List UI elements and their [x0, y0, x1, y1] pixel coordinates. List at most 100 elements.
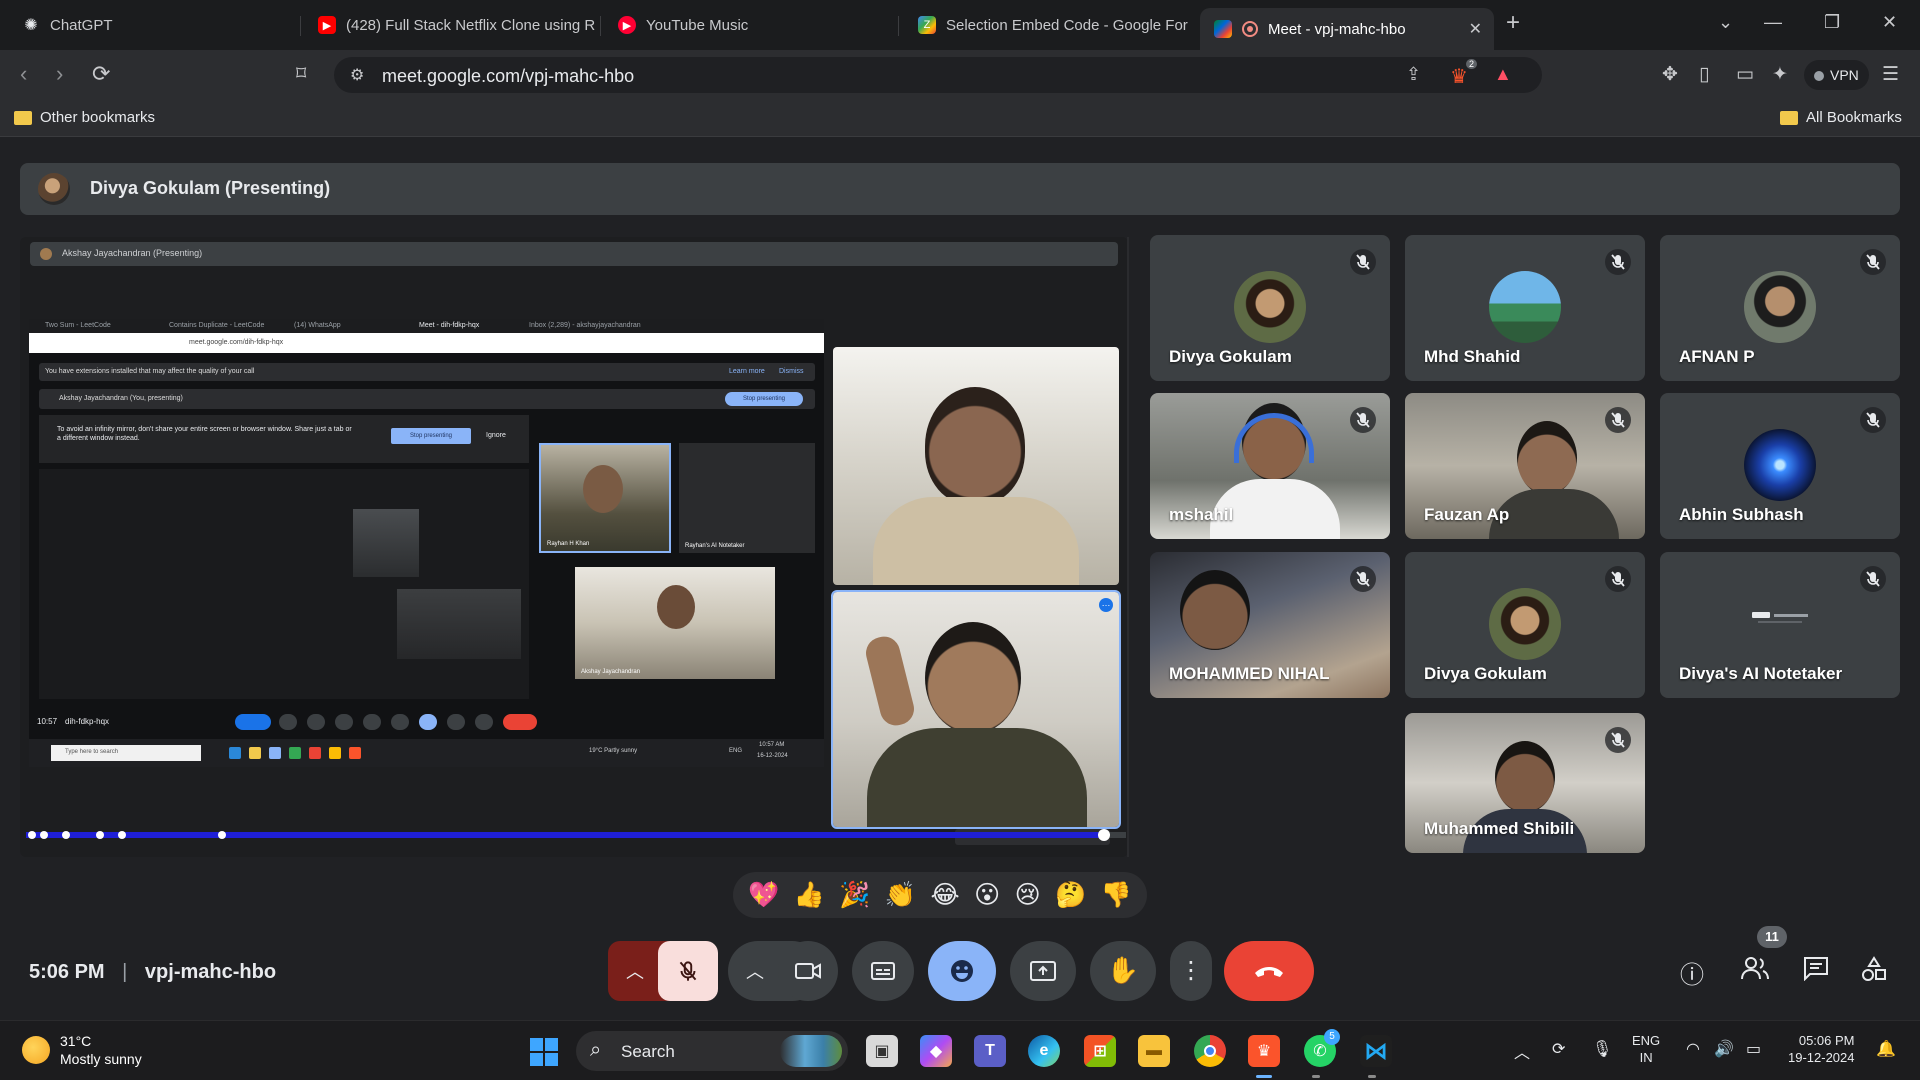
reaction-clap[interactable]: 👏 — [885, 880, 916, 910]
wallet-icon[interactable]: ▭ — [1736, 63, 1754, 86]
site-info-icon[interactable]: ⚙ — [350, 65, 364, 85]
participant-tile[interactable]: Fauzan Ap — [1405, 393, 1645, 539]
participant-tile[interactable]: mshahil — [1150, 393, 1390, 539]
tab-youtube-music[interactable]: ▶ YouTube Music — [604, 8, 900, 42]
vpn-button[interactable]: VPN — [1804, 60, 1869, 90]
sync-icon[interactable]: ⟳ — [1552, 1039, 1565, 1059]
camera-toggle-button[interactable] — [778, 941, 838, 1001]
meeting-details-icon[interactable]: ⓘ — [1680, 955, 1704, 990]
more-options-button[interactable]: ⋮ — [1170, 941, 1212, 1001]
reaction-bar: 💖 👍 🎉 👏 😂 😮 😢 🤔 👎 — [733, 872, 1147, 918]
tab-google-forms[interactable]: Z Selection Embed Code - Google For — [904, 8, 1200, 42]
back-icon[interactable]: ‹ — [20, 63, 27, 85]
forward-icon[interactable]: › — [56, 63, 63, 85]
chevron-up-icon: ︿ — [746, 962, 764, 982]
reaction-thinking[interactable]: 🤔 — [1055, 880, 1086, 910]
participant-tile[interactable]: Muhammed Shibili — [1405, 713, 1645, 853]
reaction-laugh[interactable]: 😂 — [930, 880, 959, 910]
bookmark-icon[interactable]: ⌑ — [296, 63, 306, 85]
shared-cam-tile: Rayhan's AI Notetaker — [679, 443, 815, 553]
progress-marker — [28, 831, 36, 839]
close-window-icon[interactable]: ✕ — [1882, 12, 1897, 33]
bookmark-all[interactable]: All Bookmarks — [1780, 109, 1902, 126]
people-icon[interactable] — [1740, 955, 1770, 988]
system-clock[interactable]: 05:06 PM 19-12-2024 — [1788, 1032, 1855, 1066]
mic-toggle-button[interactable] — [658, 941, 718, 1001]
brave-icon[interactable]: ♛ — [1248, 1035, 1280, 1067]
reaction-sad[interactable]: 😢 — [1015, 880, 1041, 910]
new-tab-button[interactable]: + — [1506, 11, 1520, 35]
brave-shields-icon[interactable]: ♛ — [1450, 64, 1468, 89]
menu-icon[interactable]: ☰ — [1882, 63, 1899, 86]
shared-mirror-thumb — [353, 509, 419, 577]
tab-chatgpt[interactable]: ✺ ChatGPT — [8, 8, 308, 42]
captions-button[interactable] — [852, 941, 914, 1001]
copilot-icon[interactable]: ◆ — [920, 1035, 952, 1067]
weather-desc: Mostly sunny — [60, 1051, 142, 1067]
presentation-progress — [26, 829, 1126, 841]
sidebar-icon[interactable]: ▯ — [1699, 63, 1709, 86]
present-button[interactable] — [1010, 941, 1076, 1001]
wifi-icon[interactable]: ◠ — [1686, 1039, 1700, 1059]
address-bar[interactable]: ⚙ meet.google.com/vpj-mahc-hbo ⇪ ♛ 2 ▲ — [334, 57, 1542, 93]
tab-google-meet[interactable]: Meet - vpj-mahc-hbo ✕ — [1200, 8, 1494, 50]
shared-cam-tile: Rayhan H Khan — [539, 443, 671, 553]
microsoft-store-icon[interactable]: ⊞ — [1084, 1035, 1116, 1067]
file-explorer-icon[interactable]: ▬ — [1138, 1035, 1170, 1067]
tab-youtube[interactable]: ▶ (428) Full Stack Netflix Clone using R — [304, 8, 604, 42]
volume-icon[interactable]: 🔊 — [1714, 1039, 1734, 1059]
edge-icon[interactable]: e — [1028, 1035, 1060, 1067]
share-icon[interactable]: ⇪ — [1406, 64, 1421, 85]
minimize-icon[interactable]: — — [1764, 12, 1782, 33]
bookmark-other[interactable]: Other bookmarks — [14, 109, 155, 126]
activities-icon[interactable] — [1860, 955, 1888, 990]
show-hidden-icons[interactable]: ︿ — [1514, 1039, 1530, 1063]
url-text[interactable]: meet.google.com/vpj-mahc-hbo — [382, 66, 634, 87]
reactions-button[interactable] — [928, 941, 996, 1001]
reaction-surprised[interactable]: 😮 — [974, 880, 1000, 910]
brave-rewards-icon[interactable]: ▲ — [1494, 64, 1512, 85]
person-head — [1517, 421, 1577, 495]
restore-icon[interactable]: ❐ — [1824, 12, 1840, 33]
reload-icon[interactable]: ⟳ — [92, 63, 110, 85]
participant-name: Abhin Subhash — [1679, 505, 1804, 524]
microphone-icon[interactable]: 🎙 — [1592, 1039, 1612, 1059]
participant-tile[interactable]: Divya's AI Notetaker — [1660, 552, 1900, 698]
input-language[interactable]: ENG IN — [1632, 1032, 1660, 1066]
extensions-icon[interactable]: ✥ — [1662, 63, 1678, 86]
participant-tile[interactable]: Mhd Shahid — [1405, 235, 1645, 381]
shared-dismiss: Dismiss — [779, 368, 804, 375]
reaction-heart[interactable]: 💖 — [748, 880, 779, 910]
taskbar-search[interactable]: ⌕ Search — [576, 1031, 848, 1071]
notification-bell-icon[interactable]: 🔔 — [1876, 1039, 1896, 1059]
raise-hand-button[interactable]: ✋ — [1090, 941, 1156, 1001]
participant-tile[interactable]: Divya Gokulam — [1405, 552, 1645, 698]
progress-knob[interactable] — [1098, 829, 1110, 841]
tab-search-icon[interactable]: ⌄ — [1718, 12, 1733, 33]
participant-tile[interactable]: MOHAMMED NIHAL — [1150, 552, 1390, 698]
shared-stop-presenting: Stop presenting — [725, 392, 803, 406]
weather-widget[interactable]: 31°C Mostly sunny — [22, 1032, 142, 1068]
mic-off-icon — [1605, 407, 1631, 433]
participant-tile[interactable]: AFNAN P — [1660, 235, 1900, 381]
vscode-icon[interactable]: ⋈ — [1360, 1035, 1392, 1067]
teams-icon[interactable]: T — [974, 1035, 1006, 1067]
participant-avatar — [1744, 271, 1816, 343]
leave-call-button[interactable] — [1224, 941, 1314, 1001]
close-tab-icon[interactable]: ✕ — [1469, 19, 1482, 39]
presentation-stage[interactable]: Akshay Jayachandran (Presenting) Two Sum… — [20, 237, 1128, 857]
reaction-thumbs-up[interactable]: 👍 — [794, 880, 825, 910]
leo-ai-icon[interactable]: ✦ — [1772, 63, 1788, 86]
battery-icon[interactable]: ▭ — [1746, 1039, 1761, 1059]
progress-marker — [118, 831, 126, 839]
reaction-thumbs-down[interactable]: 👎 — [1101, 880, 1132, 910]
participant-tile[interactable]: Abhin Subhash — [1660, 393, 1900, 539]
reaction-party[interactable]: 🎉 — [839, 880, 870, 910]
shared-cam-tile: Akshay Jayachandran — [575, 567, 775, 679]
task-view-icon[interactable]: ▣ — [866, 1035, 898, 1067]
windows-start-icon[interactable] — [530, 1038, 558, 1066]
chat-icon[interactable] — [1802, 955, 1830, 988]
language-code: ENG — [1632, 1033, 1661, 1048]
participant-tile[interactable]: Divya Gokulam — [1150, 235, 1390, 381]
chrome-icon[interactable] — [1194, 1035, 1226, 1067]
